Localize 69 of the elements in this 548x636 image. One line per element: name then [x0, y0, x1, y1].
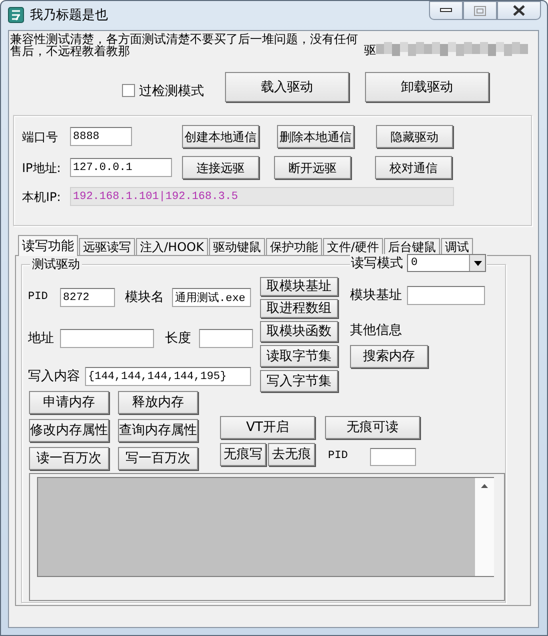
ip-field[interactable]: 127.0.0.1 [70, 158, 172, 178]
content-field[interactable]: {144,144,144,144,195} [85, 367, 251, 386]
field-label: PID [328, 450, 349, 464]
close-button[interactable] [497, 1, 541, 20]
memory-button[interactable]: 释放内存 [118, 391, 198, 414]
address-field[interactable] [60, 329, 154, 348]
comm-button[interactable]: 隐藏驱动 [376, 125, 453, 148]
driver-button[interactable]: 载入驱动 [225, 72, 349, 102]
vt-button[interactable]: VT开启 [220, 416, 315, 440]
memory-button[interactable]: 修改内存属性 [29, 419, 109, 442]
local-ip-field[interactable]: 192.168.1.101|192.168.3.5 [70, 187, 454, 206]
comm-button[interactable]: 创建本地通信 [182, 125, 259, 148]
field-label: 模块名 [125, 290, 164, 306]
window-title: 我乃标题是也 [30, 8, 108, 24]
tab[interactable]: 保护功能 [266, 238, 322, 256]
port-field[interactable]: 8888 [70, 127, 132, 146]
tab[interactable]: 注入/HOOK [136, 238, 208, 256]
pid-field[interactable] [370, 448, 416, 466]
module-button[interactable]: 取模块基址 [260, 277, 338, 296]
tab[interactable]: 文件/硬件 [322, 238, 383, 256]
checkbox-label: 过检测模式 [139, 84, 204, 100]
field-label: 本机IP: [22, 190, 62, 204]
comm-button[interactable]: 断开远驱 [274, 156, 351, 180]
scroll-up-icon [481, 484, 488, 490]
module-button[interactable]: 取进程数组 [260, 299, 338, 318]
driver-label: 驱 [364, 43, 376, 58]
field-label: 端口号 [22, 130, 59, 144]
field-label: 模块基址 [350, 288, 403, 304]
field-label: IP地址: [22, 160, 62, 176]
driver-button[interactable]: 卸载驱动 [365, 72, 489, 102]
comm-button[interactable]: 删除本地通信 [277, 125, 354, 148]
field-label: 地址 [28, 331, 55, 347]
base-field[interactable] [407, 286, 485, 306]
minimize-button[interactable] [429, 1, 463, 20]
memory-button[interactable]: 写一百万次 [118, 447, 198, 470]
module-field[interactable]: 通用测试.exe [172, 288, 251, 308]
field-label: 其他信息 [350, 323, 403, 339]
pid-field[interactable]: 8272 [60, 288, 115, 308]
mode-select[interactable]: 0 [407, 254, 486, 272]
field-label: 写入内容 [28, 369, 81, 385]
scrollbar[interactable] [475, 478, 494, 576]
field-label: 长度 [165, 331, 191, 347]
memory-button[interactable]: 查询内存属性 [118, 419, 198, 442]
tab[interactable]: 调试 [440, 238, 473, 256]
minimize-icon [440, 8, 452, 13]
traceless-write-button[interactable]: 无痕写 [220, 443, 266, 466]
group-title: 测试驱动 [30, 257, 82, 272]
length-field[interactable] [199, 329, 253, 348]
memory-button[interactable]: 申请内存 [29, 391, 109, 414]
memory-button[interactable]: 读一百万次 [29, 447, 109, 470]
comm-button[interactable]: 连接远驱 [182, 156, 259, 180]
remove-traceless-button[interactable]: 去无痕 [268, 443, 315, 466]
tab[interactable]: 后台键鼠 [384, 238, 440, 256]
module-button[interactable]: 读取字节集 [260, 345, 338, 368]
close-icon [512, 5, 526, 16]
app-icon [8, 7, 24, 23]
maximize-icon [474, 6, 486, 16]
bypass-checkbox[interactable] [122, 84, 135, 97]
tab[interactable]: 读写功能 [18, 235, 78, 256]
tab[interactable]: 驱动键鼠 [208, 238, 265, 256]
notice-text: 兼容性测试清楚，各方面测试清楚不要买了后一堆问题，没有任何售后，不远程教着教那 [10, 33, 358, 58]
field-label: 读写模式 [351, 256, 403, 272]
tab[interactable]: 远驱读写 [79, 238, 135, 256]
comm-button[interactable]: 校对通信 [375, 156, 452, 180]
module-button[interactable]: 取模块函数 [260, 321, 338, 342]
module-button[interactable]: 写入字节集 [260, 370, 338, 392]
field-label: PID [28, 291, 49, 304]
traceless-read-button[interactable]: 无痕可读 [325, 416, 420, 440]
search-button[interactable]: 搜索内存 [350, 344, 428, 368]
